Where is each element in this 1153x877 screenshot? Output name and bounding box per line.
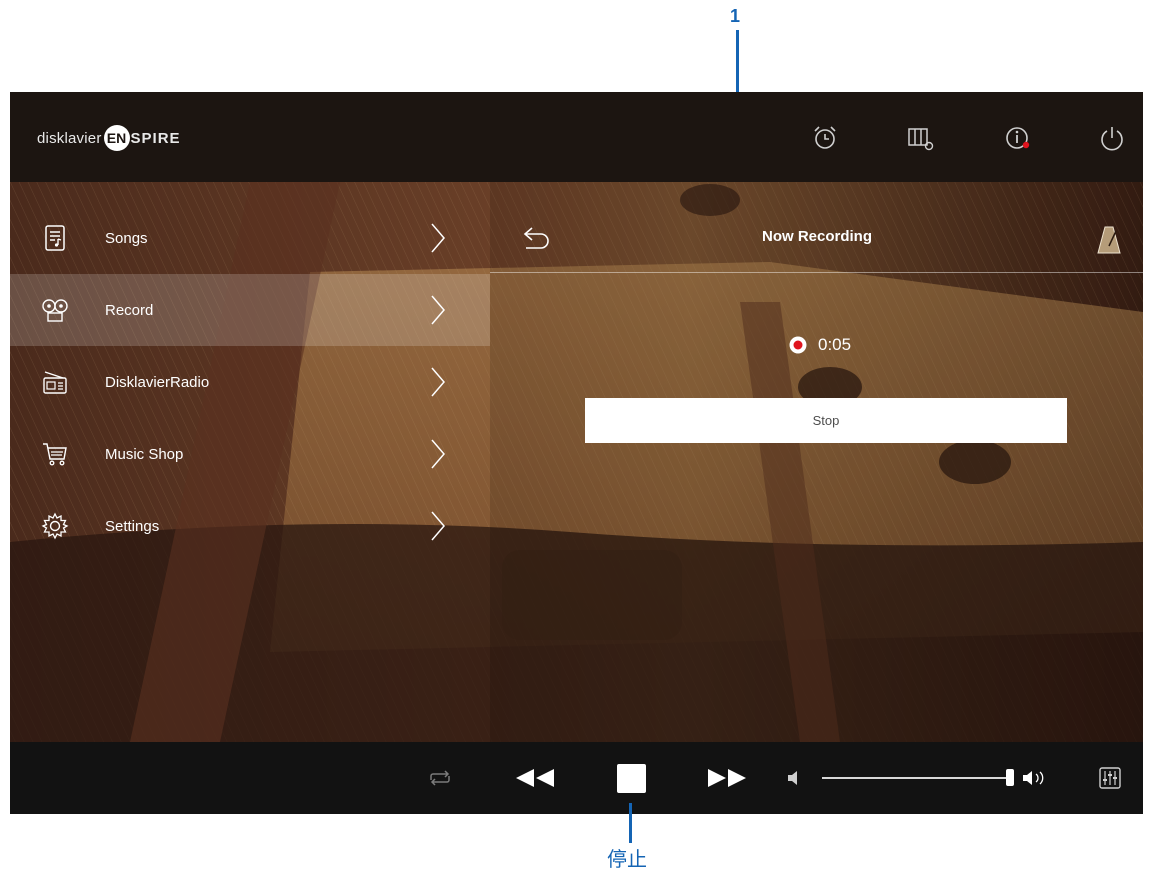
piano-settings-icon[interactable] <box>907 124 935 152</box>
menu-label-settings: Settings <box>105 517 160 535</box>
app-logo: disklavier EN SPIRE <box>37 125 181 151</box>
menu-label-songs: Songs <box>105 229 148 247</box>
menu-item-settings[interactable]: Settings <box>10 490 490 562</box>
rewind-icon[interactable] <box>513 767 557 789</box>
volume-low-icon <box>788 771 797 785</box>
chevron-right-icon <box>431 367 445 397</box>
gear-icon <box>41 512 69 540</box>
back-arrow-icon[interactable] <box>520 222 552 254</box>
volume-high-icon <box>1023 771 1044 785</box>
top-bar: disklavier EN SPIRE <box>10 92 1143 182</box>
disklavier-screen: disklavier EN SPIRE Songs Record Disklav… <box>10 92 1143 814</box>
annotation-stop-label: 停止 <box>607 847 647 871</box>
menu-item-record[interactable]: Record <box>10 274 490 346</box>
power-icon[interactable] <box>1098 124 1126 152</box>
chevron-right-icon <box>431 439 445 469</box>
stop-recording-button[interactable]: Stop <box>585 398 1067 443</box>
recording-elapsed-time: 0:05 <box>818 335 852 354</box>
info-icon[interactable] <box>1004 124 1032 152</box>
annotation-leader-stop <box>629 803 632 843</box>
alarm-icon[interactable] <box>811 124 839 152</box>
recording-indicator-icon <box>789 336 807 354</box>
metronome-icon[interactable] <box>1094 224 1124 256</box>
radio-icon <box>41 368 69 396</box>
cart-icon <box>41 440 69 468</box>
chevron-right-icon <box>431 295 445 325</box>
annotation-number-1: 1 <box>730 6 741 26</box>
menu-label-music-shop: Music Shop <box>105 445 184 463</box>
main-menu: Songs Record DisklavierRadio Music Shop <box>10 202 490 562</box>
mixer-icon[interactable] <box>1098 766 1122 790</box>
menu-item-disklavier-radio[interactable]: DisklavierRadio <box>10 346 490 418</box>
logo-word-spire: SPIRE <box>130 129 181 147</box>
record-tape-icon <box>41 296 69 324</box>
volume-slider-knob[interactable] <box>1006 769 1014 786</box>
menu-item-songs[interactable]: Songs <box>10 202 490 274</box>
menu-label-disklavier-radio: DisklavierRadio <box>105 373 210 391</box>
chevron-right-icon <box>431 223 445 253</box>
stop-icon[interactable] <box>617 764 646 793</box>
transport-bar <box>10 742 1143 814</box>
repeat-icon[interactable] <box>427 770 453 786</box>
volume-slider-track[interactable] <box>822 777 1012 779</box>
recording-panel-header: Now Recording <box>490 202 1143 273</box>
menu-item-music-shop[interactable]: Music Shop <box>10 418 490 490</box>
recording-status: 0:05 <box>788 335 851 355</box>
page-title: Now Recording <box>762 228 873 245</box>
logo-word-disklavier: disklavier <box>37 129 102 147</box>
chevron-right-icon <box>431 511 445 541</box>
menu-label-record: Record <box>105 301 154 319</box>
logo-en-badge: EN <box>103 125 130 151</box>
songs-icon <box>41 224 69 252</box>
fast-forward-icon[interactable] <box>705 767 749 789</box>
